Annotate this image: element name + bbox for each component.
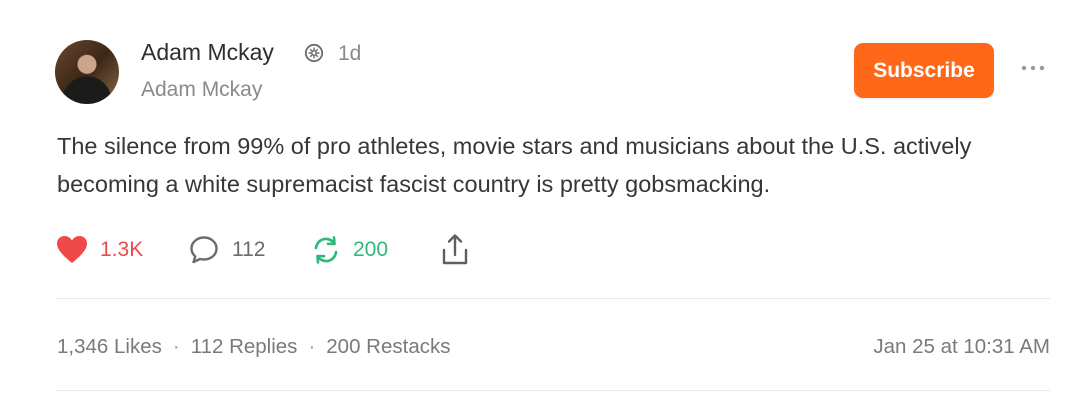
- divider: [56, 298, 1050, 299]
- restacks-stat[interactable]: 200 Restacks: [326, 333, 450, 361]
- comment-icon: [190, 236, 218, 264]
- timestamp-short[interactable]: 1d: [338, 41, 361, 67]
- restack-button[interactable]: 200: [311, 232, 388, 268]
- share-button[interactable]: [440, 232, 470, 268]
- ellipsis-icon[interactable]: [1020, 63, 1046, 73]
- divider: [56, 390, 1050, 391]
- restack-icon: [314, 236, 338, 264]
- reply-count: 112: [232, 238, 266, 261]
- restack-count: 200: [353, 238, 389, 261]
- post-text: The silence from 99% of pro athletes, mo…: [57, 133, 972, 197]
- post-date[interactable]: Jan 25 at 10:31 AM: [873, 333, 1050, 361]
- replies-stat[interactable]: 112 Replies: [191, 333, 298, 361]
- separator-dot: ·: [172, 335, 180, 358]
- engagement-stats: 1,346 Likes · 112 Replies · 200 Restacks: [57, 333, 450, 361]
- like-button[interactable]: 1.3K: [56, 232, 143, 268]
- like-count: 1.3K: [100, 238, 144, 261]
- subscribe-button[interactable]: Subscribe: [854, 43, 994, 98]
- author-handle[interactable]: Adam Mckay: [141, 77, 262, 103]
- avatar[interactable]: [55, 40, 119, 104]
- heart-icon: [57, 236, 87, 263]
- author-name[interactable]: Adam Mckay: [141, 37, 274, 67]
- reply-button[interactable]: 112: [188, 232, 265, 268]
- share-icon: [442, 234, 468, 265]
- likes-stat[interactable]: 1,346 Likes: [57, 333, 162, 361]
- verified-badge-icon: [304, 43, 324, 63]
- separator-dot: ·: [308, 335, 316, 358]
